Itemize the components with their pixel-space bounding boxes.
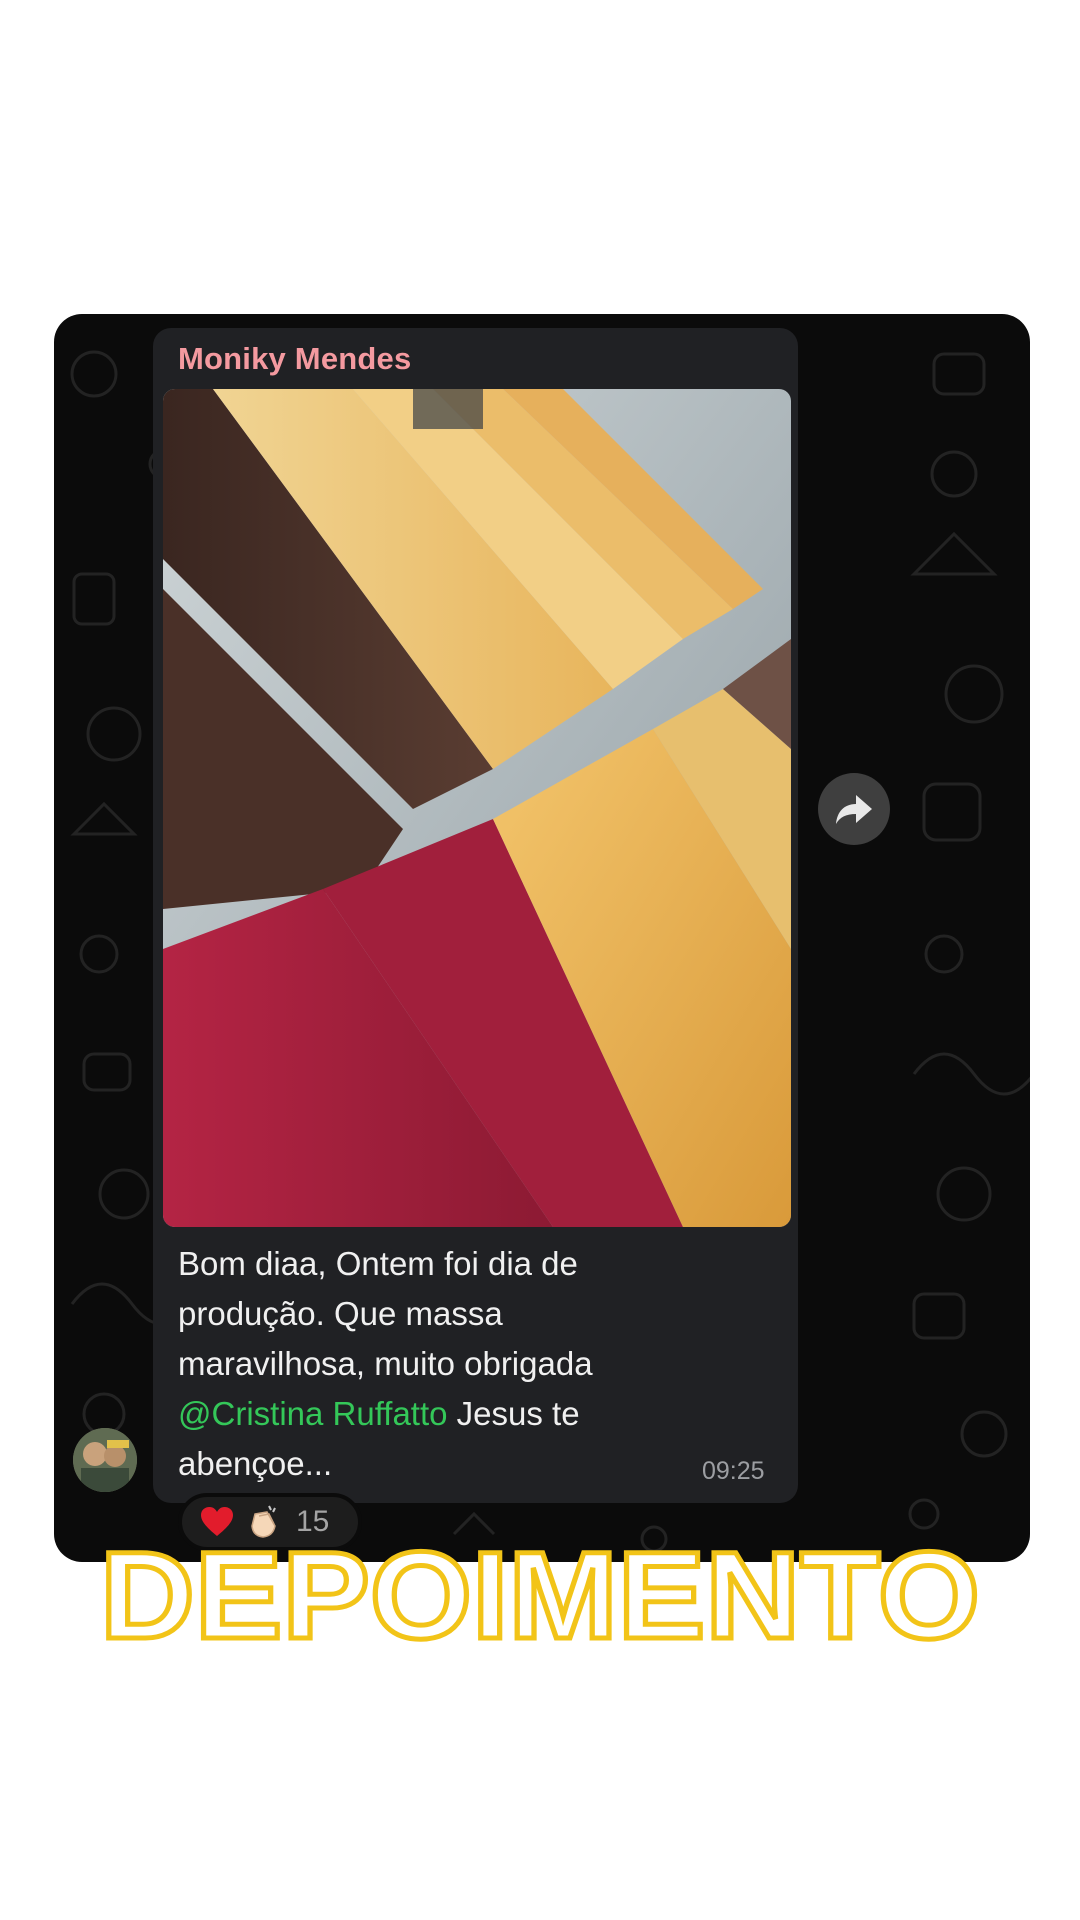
cake-photo[interactable] bbox=[163, 389, 791, 1227]
forward-button[interactable] bbox=[818, 773, 890, 845]
depoimento-title: DEPOIMENTO bbox=[90, 1525, 990, 1668]
forward-arrow-icon bbox=[836, 795, 872, 824]
message-line: produção. Que massa bbox=[178, 1295, 503, 1332]
sender-name[interactable]: Moniky Mendes bbox=[178, 341, 411, 377]
message-text: Bom diaa, Ontem foi dia de produção. Que… bbox=[178, 1239, 768, 1489]
story-canvas: Moniky Mendes Bom diaa, Ontem foi dia de… bbox=[0, 0, 1080, 1920]
message-fragment: Jesus te bbox=[447, 1395, 580, 1432]
message-line: maravilhosa, muito obrigada bbox=[178, 1345, 593, 1382]
user-mention[interactable]: @Cristina Ruffatto bbox=[178, 1395, 448, 1432]
message-timestamp: 09:25 bbox=[702, 1457, 765, 1485]
message-line: @Cristina Ruffatto Jesus te bbox=[178, 1389, 768, 1439]
avatar[interactable] bbox=[73, 1428, 137, 1492]
reaction-count: 15 bbox=[296, 1505, 330, 1538]
title-text: DEPOIMENTO bbox=[100, 1535, 980, 1655]
message-line: Bom diaa, Ontem foi dia de bbox=[178, 1245, 578, 1282]
message-line: abençoe... bbox=[178, 1445, 333, 1482]
